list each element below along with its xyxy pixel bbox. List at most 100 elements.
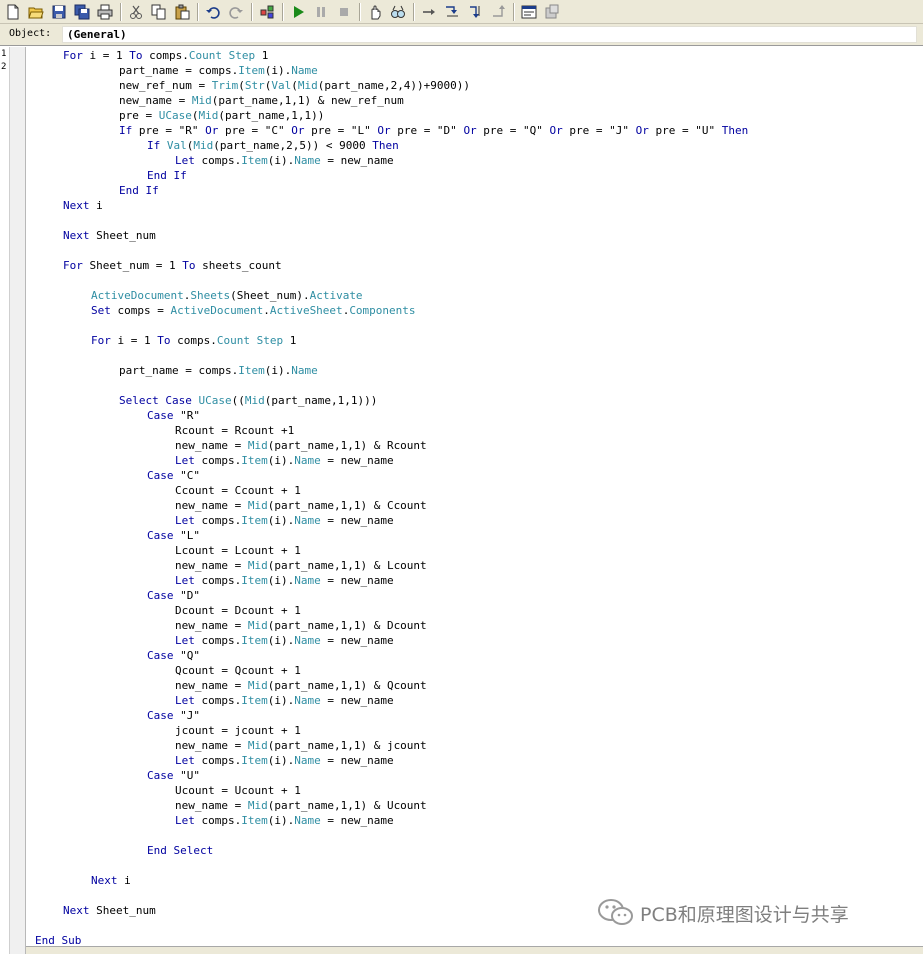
identifier-token: Name [294,694,321,707]
toolbar-separator [120,2,122,21]
code-token: "U" [173,769,200,782]
step-over-button[interactable] [464,2,486,22]
code-editor[interactable]: For i = 1 To comps.Count Step 1 part_name… [35,48,920,948]
redo-button[interactable] [225,2,247,22]
identifier-token: Item [241,514,268,527]
margin-indicator-bar[interactable] [10,47,26,954]
save-all-button[interactable] [71,2,93,22]
hand-button[interactable] [364,2,386,22]
identifier-token: Name [291,364,318,377]
open-folder-button[interactable] [25,2,47,22]
watermark-text: PCB和原理图设计与共享 [640,903,849,926]
code-token: Qcount = Qcount + 1 [175,664,301,677]
code-token: new_name = [175,439,248,452]
code-token: comps. [194,634,242,647]
step-over-icon [467,4,483,20]
code-line: Qcount = Qcount + 1 [175,663,301,678]
identifier-token: Item [241,454,268,467]
identifier-token: Name [294,754,321,767]
code-token: comps. [194,814,242,827]
code-token: new_ref_num = [119,79,212,92]
step-into-icon [444,4,460,20]
code-line: Case "Q" [147,648,200,663]
horizontal-scrollbar[interactable] [26,946,923,954]
code-token: (i). [267,814,295,827]
identifier-token: Item [241,694,268,707]
keyword-token: Case [147,529,174,542]
new-file-button[interactable] [2,2,24,22]
keyword-token: Case [147,769,174,782]
stop-button[interactable] [333,2,355,22]
keyword-token: Let [175,634,195,647]
identifier-token: Mid [247,679,268,692]
code-token: pre = "C" [218,124,292,137]
code-line: If pre = "R" Or pre = "C" Or pre = "L" O… [119,123,748,138]
save-button[interactable] [48,2,70,22]
keyword-token: For [63,259,83,272]
code-line: Case "D" [147,588,200,603]
code-token: (i). [264,364,292,377]
keyword-token: Let [175,574,195,587]
toolbar-separator [513,2,515,21]
run-button[interactable] [287,2,309,22]
code-token: (part_name,1,1) & Qcount [267,679,427,692]
line-number-gutter: 1 2 [0,47,10,954]
code-token: pre = "J" [562,124,636,137]
code-line: new_ref_num = Trim(Str(Val(Mid(part_name… [119,78,470,93]
code-token: new_name = [175,799,248,812]
properties-button[interactable] [518,2,540,22]
identifier-token: Mid [247,799,268,812]
code-token: "D" [173,589,200,602]
object-browser-button[interactable] [256,2,278,22]
code-token: i [89,199,103,212]
identifier-token: Mid [247,499,268,512]
identifier-token: Mid [297,79,318,92]
identifier-token: Item [238,64,265,77]
code-line: For Sheet_num = 1 To sheets_count [63,258,282,273]
code-line: new_name = Mid(part_name,1,1) & Qcount [175,678,427,693]
cut-button[interactable] [125,2,147,22]
code-token: new_name = [175,499,248,512]
identifier-token: Mid [244,394,265,407]
keyword-token: To [182,259,196,272]
code-line: Case "C" [147,468,200,483]
watch-button[interactable] [387,2,409,22]
code-token: sheets_count [195,259,282,272]
code-token: Sheet_num = 1 [82,259,183,272]
keyword-token: End If [119,184,159,197]
object-bar: Object: (General) [0,24,923,46]
code-line: Let comps.Item(i).Name = new_name [175,813,394,828]
code-token: (i). [267,634,295,647]
copy-button[interactable] [148,2,170,22]
step-button[interactable] [418,2,440,22]
code-token: comps. [194,454,242,467]
keyword-token: Case [147,469,174,482]
paste-button[interactable] [171,2,193,22]
identifier-token: ActiveDocument [91,289,184,302]
pause-button[interactable] [310,2,332,22]
code-line: new_name = Mid(part_name,1,1) & new_ref_… [119,93,404,108]
keyword-token: Then [372,139,399,152]
code-token: Ucount = Ucount + 1 [175,784,301,797]
undo-button[interactable] [202,2,224,22]
toolbar-separator [282,2,284,21]
code-token: pre = "Q" [476,124,550,137]
run-icon [290,4,306,20]
keyword-token: Next [63,904,90,917]
keyword-token: Then [721,124,749,137]
object-dropdown[interactable]: (General) [62,26,917,43]
code-token: (i). [264,64,292,77]
print-button[interactable] [94,2,116,22]
step-out-button[interactable] [487,2,509,22]
toolbar-separator [413,2,415,21]
step-into-button[interactable] [441,2,463,22]
code-line: part_name = comps.Item(i).Name [119,363,318,378]
toggle-button[interactable] [541,2,563,22]
code-token: part_name = comps. [119,64,239,77]
keyword-token: Or [291,124,305,137]
code-token: Sheet_num [89,904,156,917]
code-token: (part_name,1,1)) [218,109,325,122]
identifier-token: Name [294,634,321,647]
identifier-token: Count [188,49,222,62]
identifier-token: Mid [247,619,268,632]
